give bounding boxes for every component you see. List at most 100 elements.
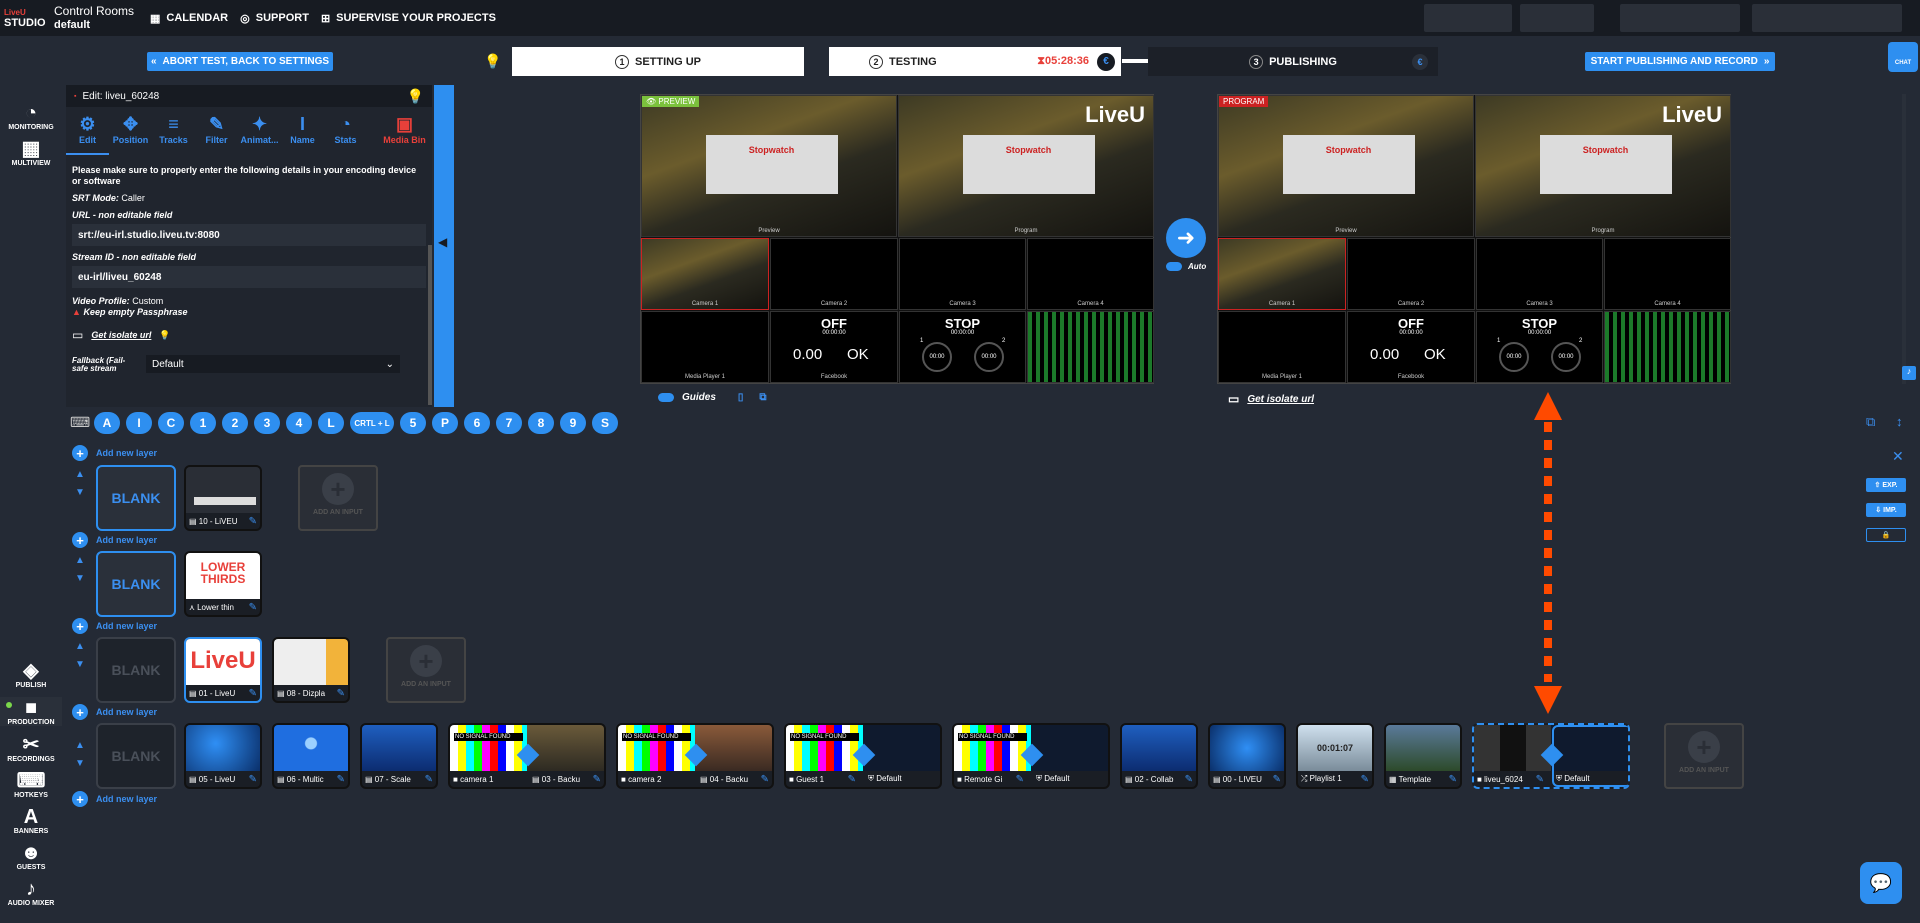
- fallback-select[interactable]: Default ⌄: [146, 355, 400, 373]
- nav-recordings[interactable]: ✂ RECORDINGS: [0, 734, 62, 763]
- pencil-icon[interactable]: ✎: [249, 688, 257, 699]
- guides-toggle[interactable]: Guides ▯ ⧉: [658, 392, 767, 403]
- lightbulb-icon[interactable]: 💡: [407, 88, 424, 105]
- layer-reorder-controls[interactable]: ▲ ▼: [72, 466, 88, 502]
- nav-guests[interactable]: ☻ GUESTS: [0, 842, 62, 871]
- hotkey-8[interactable]: 8: [528, 412, 554, 434]
- pencil-icon[interactable]: ✎: [337, 774, 345, 785]
- layer3-blank[interactable]: BLANK: [96, 637, 176, 703]
- close-icon[interactable]: ✕: [1892, 448, 1904, 465]
- input-thumb[interactable]: ▤ 08 - Dizpla ✎: [272, 637, 350, 703]
- input-thumb[interactable]: ▦ Template ✎: [1384, 723, 1462, 789]
- pencil-icon[interactable]: ✎: [848, 774, 856, 785]
- lightbulb-icon[interactable]: 💡: [159, 330, 170, 341]
- input-thumb[interactable]: ▤ 05 - LiveU ✎: [184, 723, 262, 789]
- pencil-icon[interactable]: ✎: [249, 602, 257, 613]
- account-info[interactable]: [1424, 4, 1512, 32]
- hotkey-2[interactable]: 2: [222, 412, 248, 434]
- input-thumb[interactable]: ▤ 00 - LIVEU ✎: [1208, 723, 1286, 789]
- add-input-button[interactable]: + ADD AN INPUT: [298, 465, 378, 531]
- hotkey-i[interactable]: I: [126, 412, 152, 434]
- hotkey-7[interactable]: 7: [496, 412, 522, 434]
- input-thumb[interactable]: ▤ 06 - Multic ✎: [272, 723, 350, 789]
- pencil-icon[interactable]: ✎: [1536, 774, 1544, 785]
- input-thumb-pair[interactable]: NO SIGNAL FOUND ■ Remote Gi ⛨ Default ✎: [952, 723, 1110, 789]
- lock-button[interactable]: 🔒: [1866, 528, 1906, 542]
- hotkey-ctrl-l[interactable]: CRTL + L: [350, 412, 394, 434]
- pencil-icon[interactable]: ✎: [425, 774, 433, 785]
- pencil-icon[interactable]: ✎: [249, 774, 257, 785]
- hotkey-c[interactable]: C: [158, 412, 184, 434]
- nav-multiview[interactable]: ▦ MULTIVIEW: [0, 138, 62, 167]
- add-layer-button[interactable]: + Add new layer: [72, 618, 157, 634]
- chat-button[interactable]: CHAT: [1888, 42, 1918, 72]
- hotkey-l[interactable]: L: [318, 412, 344, 434]
- hotkey-5[interactable]: 5: [400, 412, 426, 434]
- program-isolate-link[interactable]: Get isolate url: [1247, 394, 1314, 405]
- pencil-icon[interactable]: ✎: [1185, 774, 1193, 785]
- hotkey-a[interactable]: A: [94, 412, 120, 434]
- layer4-blank[interactable]: BLANK: [96, 723, 176, 789]
- input-thumb-pair[interactable]: NO SIGNAL FOUND ■ camera 2 ▤ 04 - Backu …: [616, 723, 774, 789]
- tool-edit[interactable]: ⚙ Edit: [66, 113, 109, 155]
- add-layer-button[interactable]: + Add new layer: [72, 445, 157, 461]
- pencil-icon[interactable]: ✎: [593, 774, 601, 785]
- input-thumb[interactable]: ▤ 02 - Collab ✎: [1120, 723, 1198, 789]
- tool-tracks[interactable]: ≡ Tracks: [152, 113, 195, 155]
- nav-audio-mixer[interactable]: ♪ AUDIO MIXER: [0, 878, 62, 907]
- control-rooms-selector[interactable]: Control Rooms default: [48, 4, 138, 32]
- tool-position[interactable]: ✥ Position: [109, 113, 152, 155]
- liveu-studio-logo[interactable]: LiveU STUDIO: [0, 0, 48, 36]
- hotkey-9[interactable]: 9: [560, 412, 586, 434]
- start-publishing-button[interactable]: START PUBLISHING AND RECORD »: [1585, 52, 1775, 71]
- url-field[interactable]: srt://eu-irl.studio.liveu.tv:8080: [72, 224, 426, 246]
- tool-animation[interactable]: ✦ Animat...: [238, 113, 281, 155]
- tool-stats[interactable]: ◔ Stats: [324, 113, 367, 155]
- layer-reorder-controls[interactable]: ▲ ▼: [72, 737, 88, 773]
- supervise-link[interactable]: ⊞ SUPERVISE YOUR PROJECTS: [321, 12, 496, 25]
- lightbulb-icon[interactable]: 💡: [484, 53, 501, 70]
- pencil-icon[interactable]: ✎: [1361, 774, 1369, 785]
- nav-monitoring[interactable]: ◔ MONITORING: [0, 102, 62, 131]
- pencil-icon[interactable]: ✎: [761, 774, 769, 785]
- hotkey-p[interactable]: P: [432, 412, 458, 434]
- audio-toggle-button[interactable]: ♪: [1902, 366, 1916, 380]
- pencil-icon[interactable]: ✎: [1016, 774, 1024, 785]
- nav-publish[interactable]: ◈ PUBLISH: [0, 660, 62, 689]
- expand-icon[interactable]: ↕: [1896, 414, 1903, 429]
- add-layer-button[interactable]: + Add new layer: [72, 791, 157, 807]
- get-isolate-url-link[interactable]: Get isolate url: [91, 330, 151, 341]
- panel-scrollbar[interactable]: [428, 245, 432, 405]
- add-layer-button[interactable]: + Add new layer: [72, 532, 157, 548]
- abort-test-button[interactable]: « ABORT TEST, BACK TO SETTINGS: [147, 52, 333, 71]
- step-setting-up[interactable]: 1 SETTING UP: [512, 47, 804, 76]
- step-publishing[interactable]: 3 PUBLISHING €: [1148, 47, 1438, 76]
- step-testing[interactable]: 2 TESTING ⧗05:28:36 €: [829, 47, 1121, 76]
- stream-id-field[interactable]: eu-irl/liveu_60248: [72, 266, 426, 288]
- user-profile[interactable]: [1752, 4, 1902, 32]
- input-thumb[interactable]: LiveU ▤ 01 - LiveU ✎: [184, 637, 262, 703]
- nav-production[interactable]: ■ PRODUCTION: [0, 697, 62, 726]
- calendar-link[interactable]: ▦ CALENDAR: [150, 12, 228, 25]
- mobile-icon[interactable]: ▯: [738, 392, 744, 403]
- pencil-icon[interactable]: ✎: [1273, 774, 1281, 785]
- chat-bubble-button[interactable]: 💬: [1860, 862, 1902, 904]
- layer-reorder-controls[interactable]: ▲ ▼: [72, 552, 88, 588]
- add-input-button[interactable]: + ADD AN INPUT: [1664, 723, 1744, 789]
- layers-icon[interactable]: ⧉: [1866, 414, 1875, 430]
- input-thumb-pair[interactable]: NO SIGNAL FOUND ■ camera 1 ▤ 03 - Backu …: [448, 723, 606, 789]
- layer1-blank[interactable]: BLANK: [96, 465, 176, 531]
- preview-monitor[interactable]: Stopwatch 👁 PREVIEW Preview Stopwatch Li…: [640, 94, 1154, 384]
- auto-toggle[interactable]: Auto: [1166, 262, 1206, 271]
- hotkey-s[interactable]: S: [592, 412, 618, 434]
- account-button[interactable]: [1520, 4, 1594, 32]
- input-thumb-pair[interactable]: NO SIGNAL FOUND ■ Guest 1 ⛨ Default ✎: [784, 723, 942, 789]
- hotkey-3[interactable]: 3: [254, 412, 280, 434]
- input-thumb[interactable]: ▤ 07 - Scale ✎: [360, 723, 438, 789]
- layer2-blank[interactable]: BLANK: [96, 551, 176, 617]
- add-layer-button[interactable]: + Add new layer: [72, 704, 157, 720]
- pencil-icon[interactable]: ✎: [337, 688, 345, 699]
- add-input-button[interactable]: + ADD AN INPUT: [386, 637, 466, 703]
- hotkey-4[interactable]: 4: [286, 412, 312, 434]
- pencil-icon[interactable]: ✎: [249, 516, 257, 527]
